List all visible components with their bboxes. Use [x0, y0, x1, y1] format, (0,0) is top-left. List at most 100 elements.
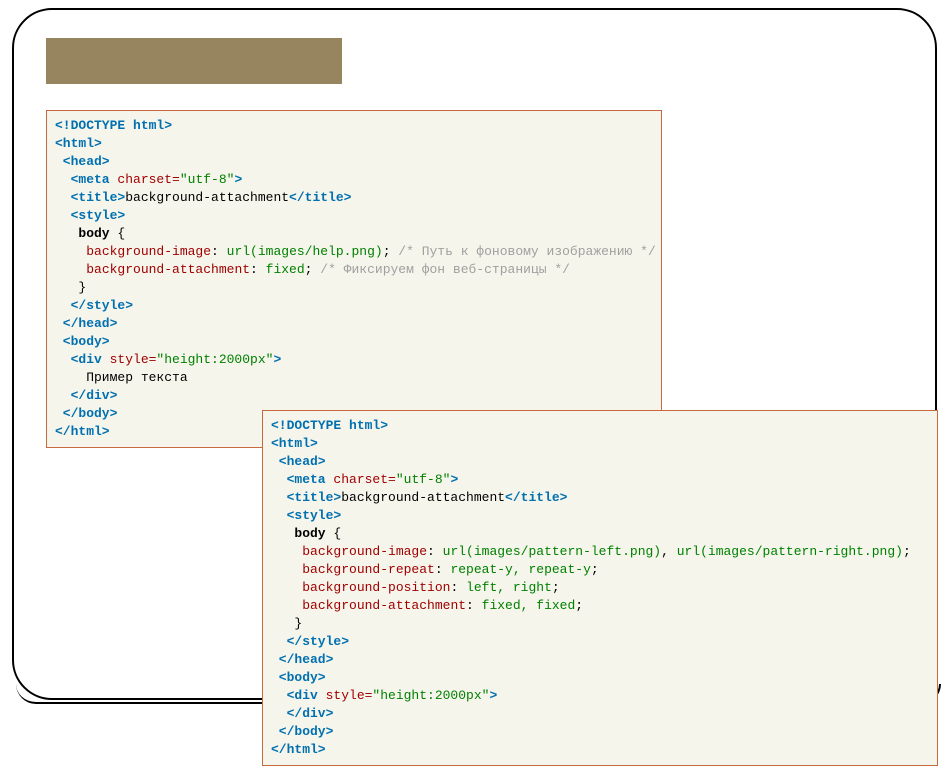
- code-token: url(images/pattern-right.png): [677, 544, 903, 559]
- code-token: {: [110, 226, 126, 241]
- code-token: /* Путь к фоновому изображению */: [398, 244, 655, 259]
- code-token: [271, 544, 302, 559]
- code-token: <meta: [271, 472, 333, 487]
- code-line: <head>: [55, 153, 653, 171]
- code-line: <!DOCTYPE html>: [271, 417, 929, 435]
- code-token: ;: [575, 598, 583, 613]
- code-line: }: [271, 615, 929, 633]
- code-token: </html>: [55, 424, 110, 439]
- code-line: background-attachment: fixed; /* Фиксиру…: [55, 261, 653, 279]
- code-token: ;: [552, 580, 560, 595]
- code-token: background-attachment: [86, 262, 250, 277]
- code-token: </body>: [55, 406, 117, 421]
- code-line: </style>: [271, 633, 929, 651]
- code-token: >: [273, 352, 281, 367]
- code-token: :: [450, 580, 466, 595]
- code-token: <!DOCTYPE html>: [55, 118, 172, 133]
- code-token: background-repeat: [302, 562, 435, 577]
- code-line: Пример текста: [55, 369, 653, 387]
- code-token: :: [466, 598, 482, 613]
- code-token: :: [211, 244, 227, 259]
- code-token: fixed: [266, 262, 305, 277]
- code-line: background-attachment: fixed, fixed;: [271, 597, 929, 615]
- code-token: <div: [55, 352, 110, 367]
- code-line: </body>: [271, 723, 929, 741]
- code-token: [55, 262, 86, 277]
- code-token: </body>: [271, 724, 333, 739]
- code-token: </title>: [505, 490, 567, 505]
- code-line: <title>background-attachment</title>: [55, 189, 653, 207]
- code-token: >: [450, 472, 458, 487]
- code-line: </head>: [55, 315, 653, 333]
- code-token: charset=: [333, 472, 395, 487]
- code-line: background-image: url(images/help.png); …: [55, 243, 653, 261]
- code-line: </div>: [55, 387, 653, 405]
- code-token: }: [55, 280, 86, 295]
- code-token: {: [326, 526, 342, 541]
- code-line: <style>: [271, 507, 929, 525]
- code-line: <div style="height:2000px">: [271, 687, 929, 705]
- code-token: background-attachment: [341, 490, 505, 505]
- code-token: "utf-8": [180, 172, 235, 187]
- code-line: <html>: [55, 135, 653, 153]
- code-token: <style>: [271, 508, 341, 523]
- code-token: </html>: [271, 742, 326, 757]
- code-token: background-position: [302, 580, 450, 595]
- code-line: <meta charset="utf-8">: [271, 471, 929, 489]
- code-line: <div style="height:2000px">: [55, 351, 653, 369]
- code-line: body {: [55, 225, 653, 243]
- code-token: </div>: [271, 706, 333, 721]
- code-token: background-image: [86, 244, 211, 259]
- code-line: <head>: [271, 453, 929, 471]
- code-token: <html>: [271, 436, 318, 451]
- code-block-2: <!DOCTYPE html> <html> <head> <meta chars…: [262, 410, 938, 766]
- code-token: </style>: [271, 634, 349, 649]
- code-token: </style>: [55, 298, 133, 313]
- code-token: left, right: [466, 580, 552, 595]
- code-token: [271, 598, 302, 613]
- code-line: <body>: [271, 669, 929, 687]
- code-token: </div>: [55, 388, 117, 403]
- code-token: background-image: [302, 544, 427, 559]
- code-token: ;: [591, 562, 599, 577]
- code-token: <body>: [55, 334, 110, 349]
- code-token: body: [271, 526, 326, 541]
- code-token: }: [271, 616, 302, 631]
- code-token: <body>: [271, 670, 326, 685]
- code-token: </head>: [271, 652, 333, 667]
- code-token: style=: [110, 352, 157, 367]
- code-line: <meta charset="utf-8">: [55, 171, 653, 189]
- code-line: <title>background-attachment</title>: [271, 489, 929, 507]
- code-token: url(images/help.png): [227, 244, 383, 259]
- code-token: :: [250, 262, 266, 277]
- code-line: <body>: [55, 333, 653, 351]
- code-token: charset=: [117, 172, 179, 187]
- code-line: <style>: [55, 207, 653, 225]
- code-token: background-attachment: [302, 598, 466, 613]
- code-token: >: [234, 172, 242, 187]
- code-token: [271, 580, 302, 595]
- code-line: <!DOCTYPE html>: [55, 117, 653, 135]
- code-token: <title>: [55, 190, 125, 205]
- code-token: [55, 244, 86, 259]
- code-token: fixed, fixed: [482, 598, 576, 613]
- code-token: [271, 562, 302, 577]
- code-token: <title>: [271, 490, 341, 505]
- code-token: >: [489, 688, 497, 703]
- code-token: "height:2000px": [156, 352, 273, 367]
- code-token: repeat-y, repeat-y: [450, 562, 590, 577]
- code-line: <html>: [271, 435, 929, 453]
- code-token: </title>: [289, 190, 351, 205]
- code-token: ;: [305, 262, 321, 277]
- code-token: Пример текста: [55, 370, 188, 385]
- title-bar: [46, 38, 342, 84]
- code-block-1: <!DOCTYPE html> <html> <head> <meta chars…: [46, 110, 662, 448]
- slide-frame: <!DOCTYPE html> <html> <head> <meta chars…: [12, 8, 937, 700]
- code-line: background-position: left, right;: [271, 579, 929, 597]
- code-token: url(images/pattern-left.png): [443, 544, 661, 559]
- code-token: <!DOCTYPE html>: [271, 418, 388, 433]
- code-token: </head>: [55, 316, 117, 331]
- code-line: background-image: url(images/pattern-lef…: [271, 543, 929, 561]
- slide: <!DOCTYPE html> <html> <head> <meta chars…: [0, 0, 949, 708]
- code-token: "utf-8": [396, 472, 451, 487]
